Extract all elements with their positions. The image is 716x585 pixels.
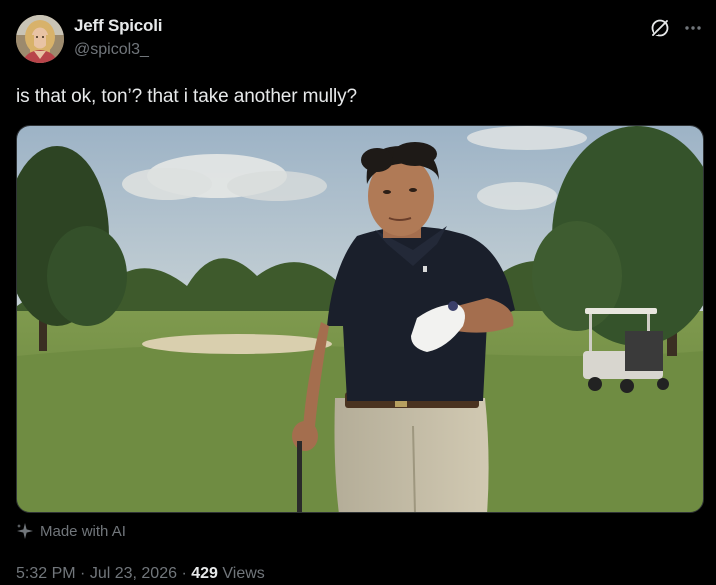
author-handle[interactable]: @spicol3_ [74,41,149,59]
tweet-meta: 5:32 PM · Jul 23, 2026 · 429 Views [16,565,265,583]
avatar[interactable] [16,15,64,63]
made-with-ai-label[interactable]: Made with AI [16,522,126,540]
meta-separator: · [177,565,192,582]
tweet-date[interactable]: Jul 23, 2026 [90,565,177,582]
grok-icon[interactable] [650,18,670,38]
tweet-text: is that ok, ton’? that i take another mu… [16,86,357,107]
made-with-ai-text: Made with AI [40,522,126,540]
tweet-media-image[interactable] [16,125,704,513]
golf-course-image [17,126,703,512]
views-label: Views [222,565,265,582]
more-icon[interactable] [683,19,703,37]
meta-separator: · [75,565,90,582]
avatar-image [16,15,64,63]
views-count: 429 [191,565,218,582]
tweet-card: Jeff Spicoli @spicol3_ is that ok, ton’?… [0,0,716,585]
sparkle-icon [16,522,34,540]
author-display-name[interactable]: Jeff Spicoli [74,16,162,36]
tweet-time[interactable]: 5:32 PM [16,565,76,582]
